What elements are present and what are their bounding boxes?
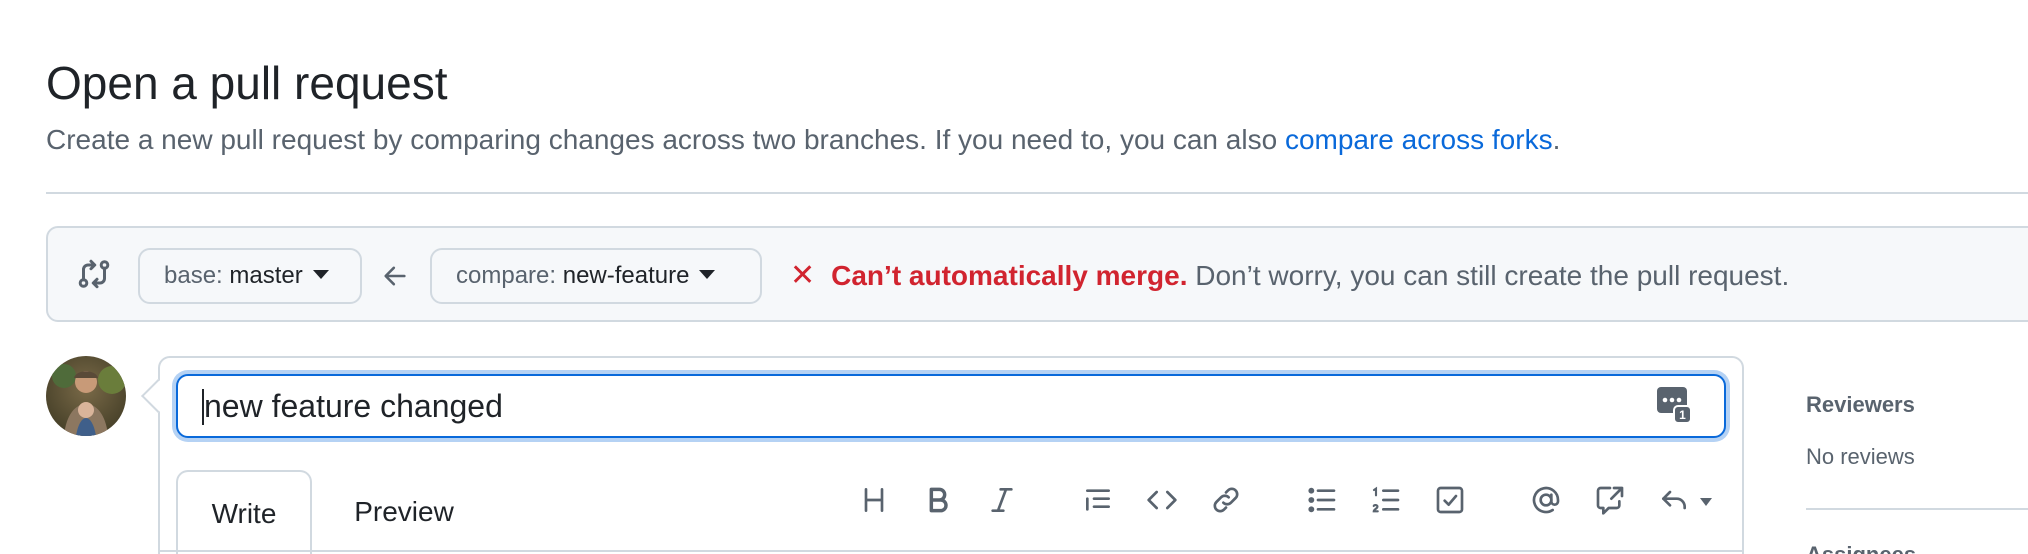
pr-title-input[interactable]: new feature changed bbox=[176, 374, 1726, 438]
ordered-list-icon[interactable] bbox=[1370, 484, 1402, 516]
compare-branch-name: new-feature bbox=[562, 262, 690, 289]
italic-icon[interactable] bbox=[986, 484, 1018, 516]
subtitle-end: . bbox=[1552, 124, 1561, 155]
caret-down-icon bbox=[312, 270, 329, 280]
header-divider bbox=[46, 192, 2028, 194]
unordered-list-icon[interactable] bbox=[1306, 484, 1338, 516]
quote-icon[interactable] bbox=[1082, 484, 1114, 516]
base-prefix: base: bbox=[164, 262, 230, 289]
cross-reference-icon[interactable] bbox=[1594, 484, 1626, 516]
reviewers-heading[interactable]: Reviewers bbox=[1806, 392, 1915, 418]
tab-write[interactable]: Write bbox=[176, 470, 312, 554]
saved-replies-icon[interactable]: 1 bbox=[1656, 386, 1692, 424]
saved-replies-badge: 1 bbox=[1679, 408, 1686, 422]
assignees-heading[interactable]: Assignees bbox=[1806, 542, 1916, 554]
tab-bar-border bbox=[158, 550, 1744, 552]
caret-down-icon[interactable] bbox=[1698, 496, 1714, 508]
merge-status: ✕ Can’t automatically merge. Don’t worry,… bbox=[790, 256, 1789, 296]
heading-icon[interactable] bbox=[858, 484, 890, 516]
merge-conflict-label: Can’t automatically merge. bbox=[831, 260, 1188, 291]
task-list-icon[interactable] bbox=[1434, 484, 1466, 516]
x-icon: ✕ bbox=[790, 259, 816, 292]
mention-icon[interactable] bbox=[1530, 484, 1562, 516]
merge-note: Don’t worry, you can still create the pu… bbox=[1187, 260, 1790, 291]
sidebar-divider bbox=[1806, 508, 2028, 510]
avatar[interactable] bbox=[46, 356, 126, 436]
base-branch-button[interactable]: base: master bbox=[138, 248, 362, 304]
page-title: Open a pull request bbox=[46, 57, 448, 109]
base-branch-name: master bbox=[229, 262, 303, 289]
pr-title-value: new feature changed bbox=[204, 388, 503, 424]
code-icon[interactable] bbox=[1146, 484, 1178, 516]
text-cursor bbox=[202, 388, 204, 425]
reply-icon[interactable] bbox=[1658, 484, 1690, 516]
link-icon[interactable] bbox=[1210, 484, 1242, 516]
open-pull-request-page: Open a pull request Create a new pull re… bbox=[0, 0, 2028, 554]
page-subtitle: Create a new pull request by comparing c… bbox=[46, 122, 1560, 158]
git-compare-icon bbox=[78, 259, 110, 289]
compare-prefix: compare: bbox=[456, 262, 563, 289]
arrow-left-icon bbox=[384, 266, 406, 286]
subtitle-text: Create a new pull request by comparing c… bbox=[46, 124, 1285, 155]
reviewers-value: No reviews bbox=[1806, 444, 1915, 469]
bold-icon[interactable] bbox=[922, 484, 954, 516]
caret-down-icon bbox=[699, 270, 716, 280]
compare-branch-button[interactable]: compare: new-feature bbox=[430, 248, 762, 304]
tab-preview[interactable]: Preview bbox=[334, 470, 474, 554]
compare-across-forks-link[interactable]: compare across forks bbox=[1285, 124, 1553, 155]
